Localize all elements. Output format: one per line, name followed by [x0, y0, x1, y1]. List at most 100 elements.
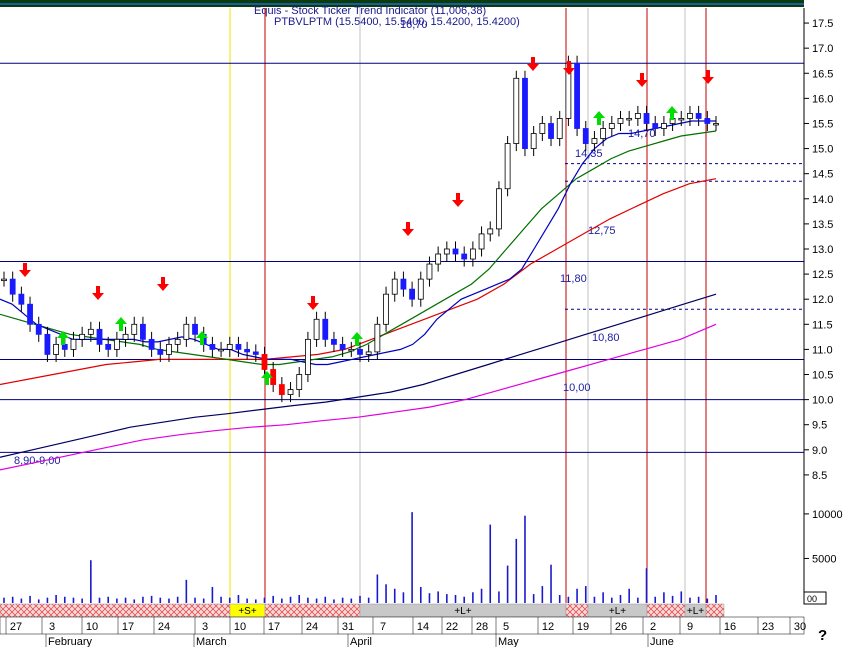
price-tick-label: 9.0	[812, 445, 827, 457]
candle-body	[626, 118, 633, 121]
candle-body	[252, 351, 259, 355]
price-tick-label: 8.5	[812, 470, 827, 482]
day-label: 16	[724, 621, 736, 633]
candle-body	[166, 343, 172, 355]
candle-body	[244, 349, 251, 353]
candle-body	[704, 118, 711, 124]
date-axis	[0, 616, 805, 635]
level-label: 12,75	[588, 225, 616, 237]
day-label: 3	[49, 621, 55, 633]
candle-body	[687, 113, 693, 119]
candle-body	[87, 328, 94, 335]
day-label: 27	[10, 621, 22, 633]
day-label: 2	[650, 621, 656, 633]
candle-body	[35, 323, 42, 335]
candle-body	[278, 384, 285, 395]
candle-body	[348, 349, 355, 352]
candle-body	[70, 338, 77, 350]
day-label: 22	[446, 621, 458, 633]
candle-body	[478, 233, 485, 250]
candle-body	[113, 338, 120, 350]
price-tick-label: 10.5	[812, 370, 833, 382]
candle-body	[331, 338, 337, 345]
candle-body	[96, 328, 103, 345]
day-label: 17	[268, 621, 280, 633]
candle-body	[426, 263, 433, 280]
signal-band-label: +L+	[609, 606, 626, 617]
month-label: February	[48, 636, 93, 647]
candle-body	[452, 248, 459, 255]
price-tick-label: 16.0	[812, 93, 833, 105]
candle-body	[522, 77, 528, 149]
signal-band-label: +L+	[687, 606, 704, 617]
day-label: 3	[202, 621, 208, 633]
candle-body	[365, 351, 372, 355]
day-label: 24	[306, 621, 318, 633]
day-label: 10	[86, 621, 98, 633]
price-tick-label: 11.0	[812, 344, 833, 356]
help-icon[interactable]: ?	[818, 627, 827, 644]
candle-body	[313, 318, 320, 340]
level-label: 16,70	[400, 19, 428, 31]
chart-title-line2: PTBVLPTM (15.5400, 15.5400, 15.4200, 15.…	[274, 16, 520, 28]
candle-body	[105, 343, 112, 350]
day-label: 26	[615, 621, 627, 633]
candle-body	[174, 338, 181, 345]
candle-body	[9, 278, 16, 295]
day-label: 23	[762, 621, 774, 633]
candle-body	[322, 318, 329, 340]
candle-body	[287, 389, 294, 395]
price-tick-label: 11.5	[812, 319, 833, 331]
price-tick-label: 12.0	[812, 294, 833, 306]
day-label: 24	[158, 621, 170, 633]
price-tick-label: 16.5	[812, 68, 833, 80]
volume-small-label: 00	[807, 594, 817, 604]
month-label: May	[498, 636, 519, 647]
candle-body	[513, 77, 520, 144]
price-tick-label: 14.0	[812, 194, 833, 206]
day-label: 5	[503, 621, 509, 633]
candle-body	[608, 123, 615, 129]
candle-body	[713, 123, 719, 126]
signal-band	[264, 603, 361, 618]
day-label: 28	[476, 621, 488, 633]
candle-body	[556, 118, 563, 139]
candle-body	[504, 143, 511, 190]
candle-body	[496, 188, 502, 230]
candle-body	[218, 349, 224, 352]
candle-body	[140, 323, 146, 340]
candle-body	[305, 338, 311, 375]
candle-body	[574, 62, 580, 129]
candle-body	[27, 303, 33, 325]
day-label: 9	[687, 621, 693, 633]
day-label: 31	[342, 621, 354, 633]
candle-body	[44, 333, 51, 355]
candle-body	[296, 374, 303, 390]
candle-body	[591, 138, 598, 144]
day-label: 19	[577, 621, 589, 633]
price-tick-label: 13.5	[812, 219, 833, 231]
candle-body	[183, 323, 190, 340]
price-tick-label: 13.0	[812, 244, 833, 256]
price-tick-label: 17.5	[812, 18, 833, 30]
price-tick-label: 17.0	[812, 43, 833, 55]
candle-body	[157, 349, 164, 355]
month-label: April	[350, 636, 372, 647]
candle-body	[617, 118, 624, 124]
day-label: 7	[380, 621, 386, 633]
candle-body	[122, 333, 129, 340]
signal-band-label: +L+	[454, 606, 471, 617]
candle-body	[582, 128, 589, 144]
candle-body	[261, 354, 268, 370]
signal-band	[565, 603, 589, 618]
candle-body	[487, 228, 494, 235]
day-label: 30	[794, 621, 806, 633]
candle-body	[400, 278, 407, 290]
candle-body	[374, 323, 381, 353]
day-label: 14	[417, 621, 429, 633]
candle-body	[435, 253, 442, 265]
candle-body	[53, 343, 59, 355]
candle-body	[339, 343, 346, 350]
candle-body	[695, 113, 702, 119]
candle-body	[209, 343, 216, 350]
